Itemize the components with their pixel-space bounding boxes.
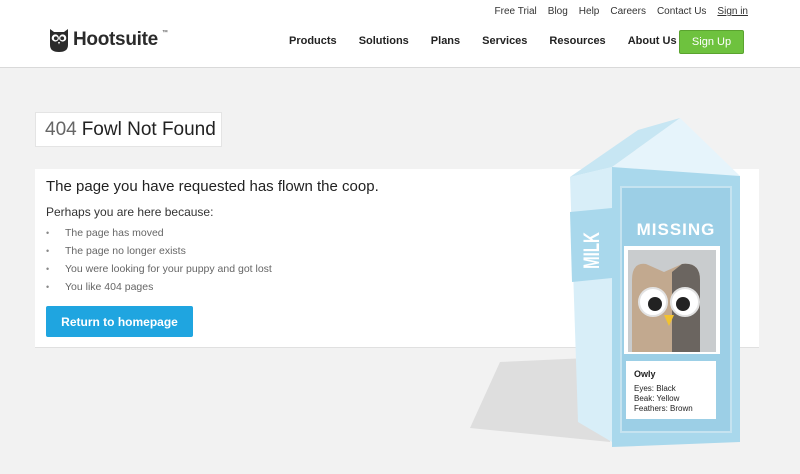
list-item: The page no longer exists bbox=[46, 245, 272, 263]
owl-beak-text: Beak: Yellow bbox=[634, 394, 680, 403]
nav-solutions[interactable]: Solutions bbox=[359, 35, 409, 47]
owl-feathers: Feathers: Brown bbox=[634, 404, 693, 413]
sign-up-button[interactable]: Sign Up bbox=[679, 30, 744, 54]
owl-right-pupil bbox=[676, 297, 690, 311]
owl-name: Owly bbox=[634, 369, 656, 379]
sign-in-link[interactable]: Sign in bbox=[717, 6, 748, 17]
nav-products[interactable]: Products bbox=[289, 35, 337, 47]
error-code: 404 bbox=[45, 118, 77, 140]
milk-carton-graphic bbox=[470, 118, 740, 447]
owl-logo-icon bbox=[50, 29, 68, 52]
site-header: Free Trial Blog Help Careers Contact Us … bbox=[0, 0, 800, 68]
nav-about-us[interactable]: About Us bbox=[628, 35, 677, 47]
util-link-help[interactable]: Help bbox=[579, 6, 600, 17]
carton-side-label: MILK bbox=[579, 232, 605, 269]
reasons-list: The page has moved The page no longer ex… bbox=[46, 227, 272, 299]
page-title: 404 Fowl Not Found bbox=[35, 112, 222, 147]
owl-eyes: Eyes: Black bbox=[634, 384, 676, 393]
utility-nav: Free Trial Blog Help Careers Contact Us … bbox=[495, 6, 748, 17]
nav-plans[interactable]: Plans bbox=[431, 35, 460, 47]
list-item: The page has moved bbox=[46, 227, 272, 245]
hootsuite-logo[interactable]: Hootsuite ™ bbox=[49, 27, 168, 53]
util-link-careers[interactable]: Careers bbox=[610, 6, 646, 17]
util-link-blog[interactable]: Blog bbox=[548, 6, 568, 17]
nav-services[interactable]: Services bbox=[482, 35, 527, 47]
return-home-button[interactable]: Return to homepage bbox=[46, 306, 193, 337]
nav-resources[interactable]: Resources bbox=[549, 35, 605, 47]
list-item: You like 404 pages bbox=[46, 281, 272, 299]
logo-wordmark: Hootsuite bbox=[73, 29, 158, 50]
util-link-free-trial[interactable]: Free Trial bbox=[495, 6, 537, 17]
error-headline: The page you have requested has flown th… bbox=[46, 178, 379, 195]
logo-trademark: ™ bbox=[161, 30, 168, 36]
list-item: You were looking for your puppy and got … bbox=[46, 263, 272, 281]
milk-carton-illustration: MILK MISSING Owly Eyes: Black Beak: Yell… bbox=[460, 112, 760, 452]
owl-left-pupil bbox=[648, 297, 662, 311]
error-title: Fowl Not Found bbox=[81, 118, 216, 140]
reasons-intro: Perhaps you are here because: bbox=[46, 205, 214, 219]
main-nav: Products Solutions Plans Services Resour… bbox=[289, 35, 677, 47]
missing-banner: MISSING bbox=[636, 220, 716, 239]
util-link-contact-us[interactable]: Contact Us bbox=[657, 6, 706, 17]
